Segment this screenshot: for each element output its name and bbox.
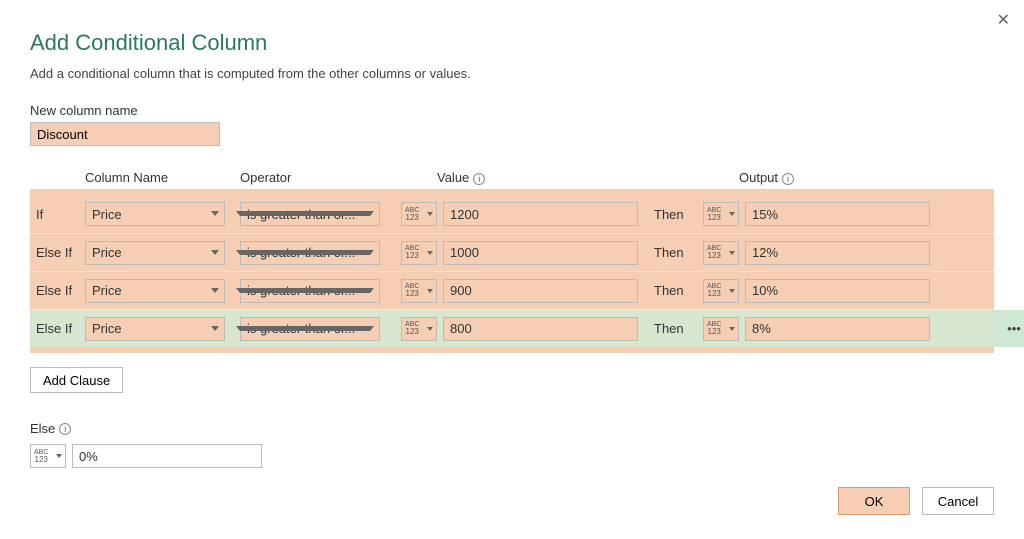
output-type-dropdown[interactable]: ABC123 xyxy=(703,202,739,226)
chevron-down-icon xyxy=(729,289,735,293)
rule-keyword: Else If xyxy=(30,283,85,298)
info-icon[interactable]: i xyxy=(782,173,794,185)
operator-dropdown[interactable]: is greater than or... xyxy=(240,317,380,341)
output-type-dropdown[interactable]: ABC123 xyxy=(703,241,739,265)
then-label: Then xyxy=(648,283,703,298)
chevron-down-icon xyxy=(211,211,219,216)
rule-keyword: Else If xyxy=(30,321,85,336)
else-label: Elsei xyxy=(30,421,71,436)
chevron-down-icon xyxy=(211,288,219,293)
column-name-dropdown[interactable]: Price xyxy=(85,279,225,303)
dialog-footer: OK Cancel xyxy=(838,487,994,515)
chevron-down-icon xyxy=(236,211,374,216)
chevron-down-icon xyxy=(211,326,219,331)
operator-dropdown[interactable]: is greater than or... xyxy=(240,241,380,265)
new-column-name-label: New column name xyxy=(30,103,994,118)
ok-button[interactable]: OK xyxy=(838,487,910,515)
column-name-dropdown[interactable]: Price xyxy=(85,202,225,226)
header-column-name: Column Name xyxy=(85,170,240,185)
dialog-subtitle: Add a conditional column that is compute… xyxy=(30,66,994,81)
rule-row: Else IfPriceis greater than or...ABC1238… xyxy=(30,309,994,347)
cancel-button[interactable]: Cancel xyxy=(922,487,994,515)
value-type-dropdown[interactable]: ABC123 xyxy=(401,202,437,226)
add-clause-button[interactable]: Add Clause xyxy=(30,367,123,393)
dialog-title: Add Conditional Column xyxy=(30,30,994,56)
operator-dropdown[interactable]: is greater than or... xyxy=(240,279,380,303)
output-input[interactable]: 10% xyxy=(745,279,930,303)
column-name-dropdown[interactable]: Price xyxy=(85,317,225,341)
operator-dropdown[interactable]: is greater than or... xyxy=(240,202,380,226)
chevron-down-icon xyxy=(211,250,219,255)
info-icon[interactable]: i xyxy=(473,173,485,185)
rule-row: Else IfPriceis greater than or...ABC1239… xyxy=(30,271,994,309)
then-label: Then xyxy=(648,207,703,222)
info-icon[interactable]: i xyxy=(59,423,71,435)
rule-row: IfPriceis greater than or...ABC1231200Th… xyxy=(30,195,994,233)
value-input[interactable]: 1000 xyxy=(443,241,638,265)
chevron-down-icon xyxy=(427,212,433,216)
chevron-down-icon xyxy=(729,251,735,255)
chevron-down-icon xyxy=(236,250,374,255)
header-operator: Operator xyxy=(240,170,395,185)
chevron-down-icon xyxy=(236,326,374,331)
chevron-down-icon xyxy=(236,288,374,293)
else-type-dropdown[interactable]: ABC123 xyxy=(30,444,66,468)
then-label: Then xyxy=(648,245,703,260)
value-input[interactable]: 900 xyxy=(443,279,638,303)
value-type-dropdown[interactable]: ABC123 xyxy=(401,241,437,265)
chevron-down-icon xyxy=(427,251,433,255)
rules-header-row: Column Name Operator Valuei Outputi xyxy=(30,170,994,189)
chevron-down-icon xyxy=(427,289,433,293)
chevron-down-icon xyxy=(56,454,62,458)
value-type-dropdown[interactable]: ABC123 xyxy=(401,279,437,303)
else-value-input[interactable]: 0% xyxy=(72,444,262,468)
column-name-dropdown[interactable]: Price xyxy=(85,241,225,265)
rule-row: Else IfPriceis greater than or...ABC1231… xyxy=(30,233,994,271)
value-input[interactable]: 800 xyxy=(443,317,638,341)
output-input[interactable]: 12% xyxy=(745,241,930,265)
value-input[interactable]: 1200 xyxy=(443,202,638,226)
add-conditional-column-dialog: Add Conditional Column Add a conditional… xyxy=(0,0,1024,468)
output-type-dropdown[interactable]: ABC123 xyxy=(703,279,739,303)
value-type-dropdown[interactable]: ABC123 xyxy=(401,317,437,341)
rule-keyword: Else If xyxy=(30,245,85,260)
rules-block: IfPriceis greater than or...ABC1231200Th… xyxy=(30,189,994,353)
header-value: Value xyxy=(437,170,469,185)
chevron-down-icon xyxy=(729,327,735,331)
chevron-down-icon xyxy=(427,327,433,331)
new-column-name-input[interactable] xyxy=(30,122,220,146)
chevron-down-icon xyxy=(729,212,735,216)
header-output: Output xyxy=(739,170,778,185)
output-type-dropdown[interactable]: ABC123 xyxy=(703,317,739,341)
then-label: Then xyxy=(648,321,703,336)
close-icon[interactable]: ✕ xyxy=(997,10,1010,30)
rule-keyword: If xyxy=(30,207,85,222)
output-input[interactable]: 8% xyxy=(745,317,930,341)
row-more-button[interactable]: ••• xyxy=(994,310,1024,347)
output-input[interactable]: 15% xyxy=(745,202,930,226)
